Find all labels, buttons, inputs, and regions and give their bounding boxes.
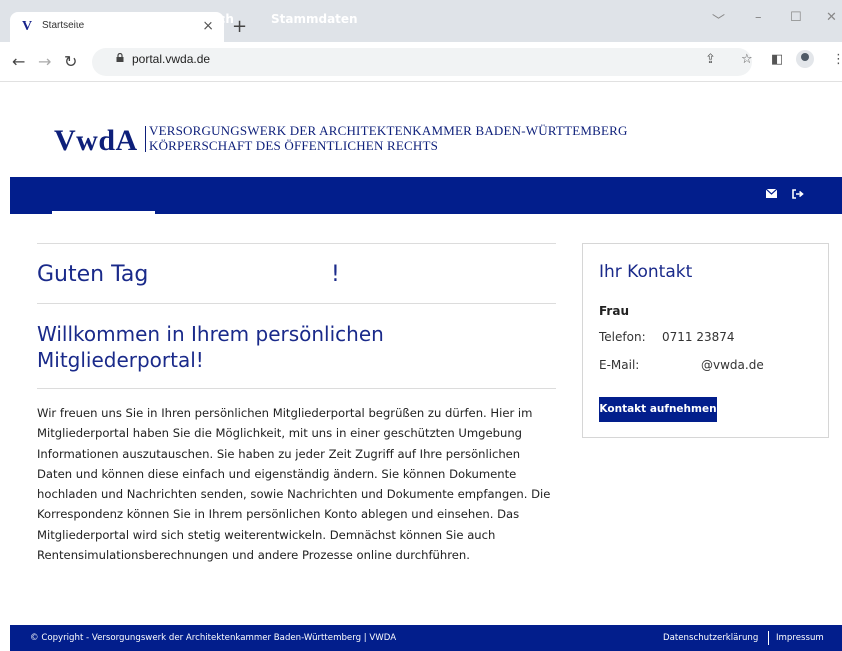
envelope-icon[interactable]	[766, 189, 777, 198]
welcome-heading: Willkommen in Ihrem persönlichen Mitglie…	[37, 322, 384, 372]
email-label: E-Mail:	[599, 358, 640, 372]
footer-divider	[768, 631, 769, 645]
side-panel-icon[interactable]: ◧	[771, 52, 783, 67]
greeting-exclamation: !	[331, 262, 340, 287]
share-icon[interactable]: ⇪	[705, 52, 716, 67]
bookmark-star-icon[interactable]: ☆	[741, 52, 753, 67]
minimize-icon[interactable]: –	[755, 10, 762, 25]
lock-icon	[116, 53, 124, 62]
vwda-favicon-icon: V	[22, 19, 33, 34]
divider	[37, 243, 556, 244]
footer-link-privacy[interactable]: Datenschutzerklärung	[663, 633, 758, 643]
footer-link-imprint[interactable]: Impressum	[776, 633, 824, 643]
nav-item-stammdaten[interactable]: Stammdaten	[271, 12, 358, 26]
footer-copyright: © Copyright - Versorgungswerk der Archit…	[30, 633, 397, 643]
menu-kebab-icon[interactable]: ⋮	[832, 52, 842, 67]
phone-label: Telefon:	[599, 330, 646, 344]
greeting-heading: Guten Tag	[37, 262, 149, 287]
maximize-icon[interactable]: ☐	[790, 10, 802, 25]
sign-out-icon[interactable]	[792, 189, 804, 199]
phone-value: 0711 23874	[662, 330, 735, 344]
tab-search-icon[interactable]: ﹀	[712, 10, 725, 29]
logo-line-legal-form: KÖRPERSCHAFT DES ÖFFENTLICHEN RECHTS	[149, 138, 439, 153]
contact-salutation: Frau	[599, 304, 629, 318]
forward-icon[interactable]: →	[38, 52, 51, 71]
new-tab-icon[interactable]: +	[232, 16, 247, 37]
logo-divider	[145, 126, 146, 152]
reload-icon[interactable]: ↻	[64, 52, 77, 71]
nav-item-startseite[interactable]: Startseite	[75, 12, 142, 26]
divider	[37, 388, 556, 389]
contact-card-title: Ihr Kontakt	[599, 262, 693, 282]
close-window-icon[interactable]: ✕	[826, 10, 837, 25]
nav-active-indicator	[52, 211, 155, 214]
vwda-logo[interactable]: VwdA	[54, 124, 138, 158]
welcome-paragraph: Wir freuen uns Sie in Ihren persönlichen…	[37, 406, 551, 563]
back-icon[interactable]: ←	[12, 52, 25, 71]
profile-avatar-icon[interactable]	[796, 50, 814, 68]
logo-line-organization: VERSORGUNGSWERK DER ARCHITEKTENKAMMER BA…	[149, 123, 628, 138]
email-value[interactable]: @vwda.de	[701, 358, 764, 372]
nav-item-postfach[interactable]: Postfach	[175, 12, 234, 26]
main-navbar	[10, 177, 842, 214]
url-text[interactable]: portal.vwda.de	[132, 52, 210, 66]
divider	[37, 303, 556, 304]
contact-button[interactable]: Kontakt aufnehmen	[599, 397, 717, 422]
